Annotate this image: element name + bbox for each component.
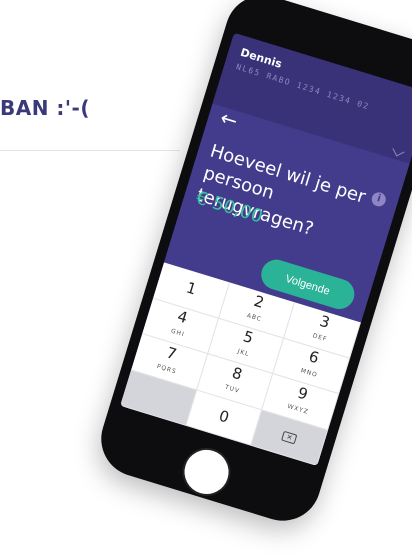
home-button[interactable] [176, 441, 237, 502]
backspace-icon: ✕ [281, 430, 298, 445]
back-arrow-icon[interactable]: ← [218, 105, 241, 133]
phone-mockup: Dennis NL65 RABO 1234 1234 02 ← i Hoevee… [91, 0, 412, 550]
background-heading: BAN :'-( [0, 96, 90, 120]
account-iban: NL65 RABO 1234 1234 02 [235, 62, 371, 112]
phone-body: Dennis NL65 RABO 1234 1234 02 ← i Hoevee… [91, 0, 412, 531]
app-screen: Dennis NL65 RABO 1234 1234 02 ← i Hoevee… [120, 32, 412, 466]
chevron-down-icon[interactable] [392, 144, 405, 157]
